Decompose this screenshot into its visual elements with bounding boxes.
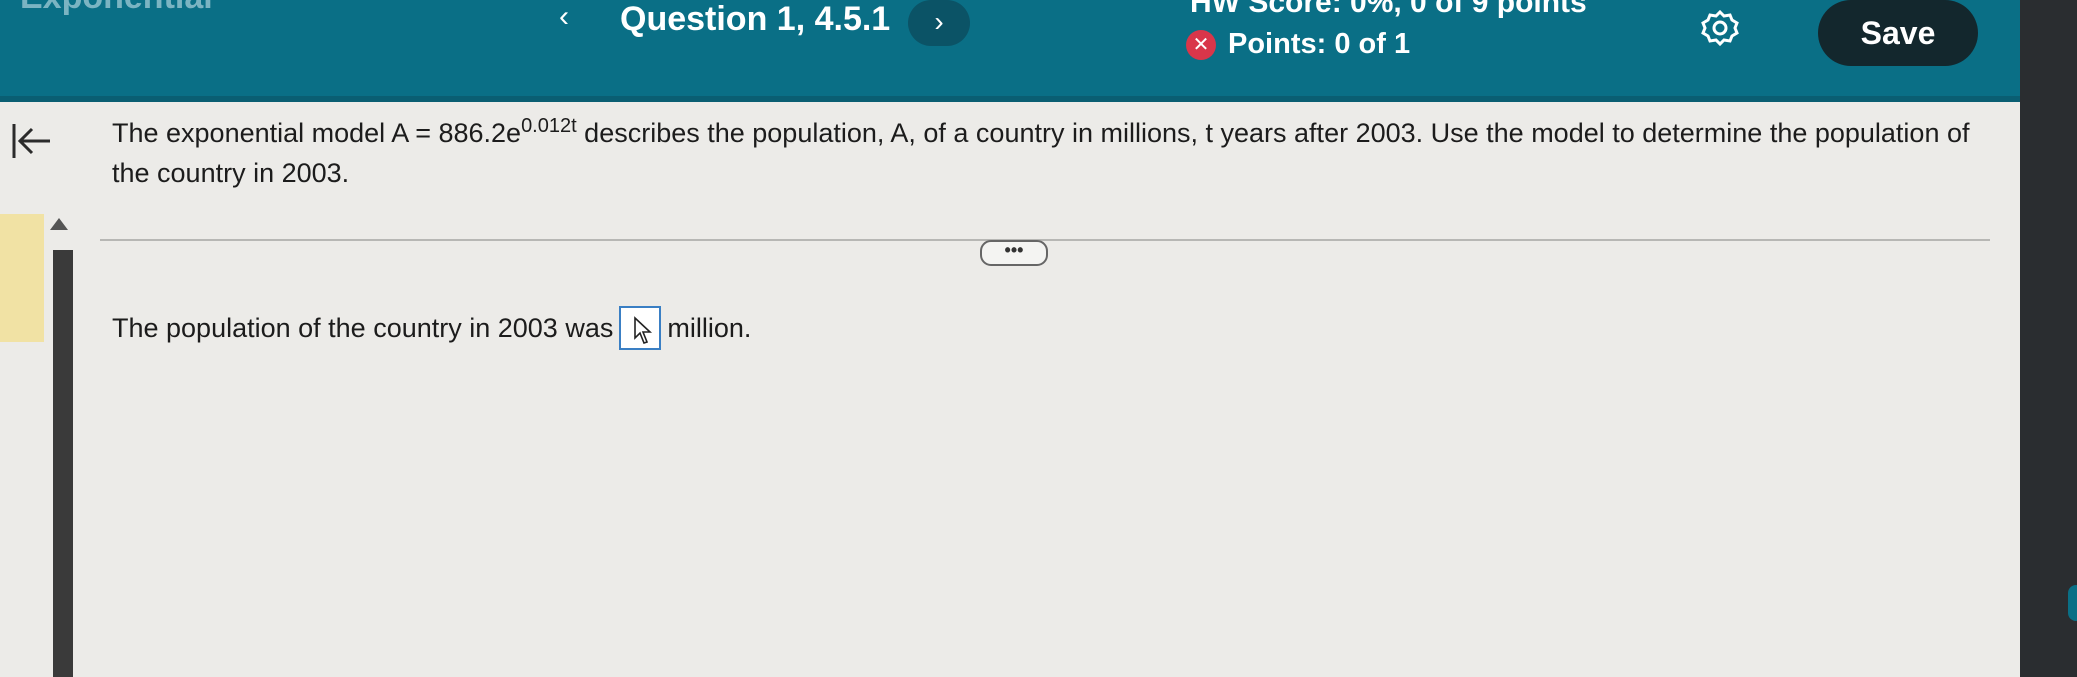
x-circle-icon: ✕	[1186, 29, 1216, 60]
question-title: Question 1, 4.5.1	[620, 0, 891, 38]
side-tab[interactable]	[0, 214, 44, 342]
collapse-left-icon[interactable]	[8, 118, 54, 164]
screen-bezel	[2020, 0, 2077, 677]
save-button[interactable]: Save	[1818, 0, 1978, 66]
divider	[100, 239, 1990, 241]
scrollbar[interactable]	[53, 250, 73, 677]
assignment-title: Exponential	[20, 0, 213, 17]
more-button[interactable]: •••	[980, 240, 1048, 266]
top-bar: Exponential ‹ Question 1, 4.5.1 › HW Sco…	[0, 0, 2020, 102]
previous-question-button[interactable]: ‹	[552, 2, 576, 32]
answer-suffix: million.	[667, 312, 752, 343]
answer-input[interactable]	[619, 306, 662, 350]
answer-prefix: The population of the country in 2003 wa…	[112, 312, 614, 343]
question-text: The exponential model A = 886.2e0.012t d…	[112, 106, 1992, 193]
question-text-before: The exponential model A = 886.2e	[112, 118, 522, 148]
points-status: ✕ Points: 0 of 1	[1186, 28, 1410, 61]
question-exponent: 0.012t	[521, 115, 577, 137]
mouse-pointer-icon	[634, 316, 653, 344]
hw-score: HW Score: 0%, 0 of 9 points	[1190, 0, 1587, 19]
gear-icon[interactable]	[1700, 8, 1740, 48]
answer-line: The population of the country in 2003 wa…	[112, 306, 751, 350]
scroll-up-arrow-icon[interactable]	[50, 218, 68, 230]
bezel-indicator	[2068, 585, 2077, 621]
screen: Exponential ‹ Question 1, 4.5.1 › HW Sco…	[0, 0, 2020, 677]
next-question-button[interactable]: ›	[908, 0, 970, 46]
points-text: Points: 0 of 1	[1228, 28, 1411, 60]
